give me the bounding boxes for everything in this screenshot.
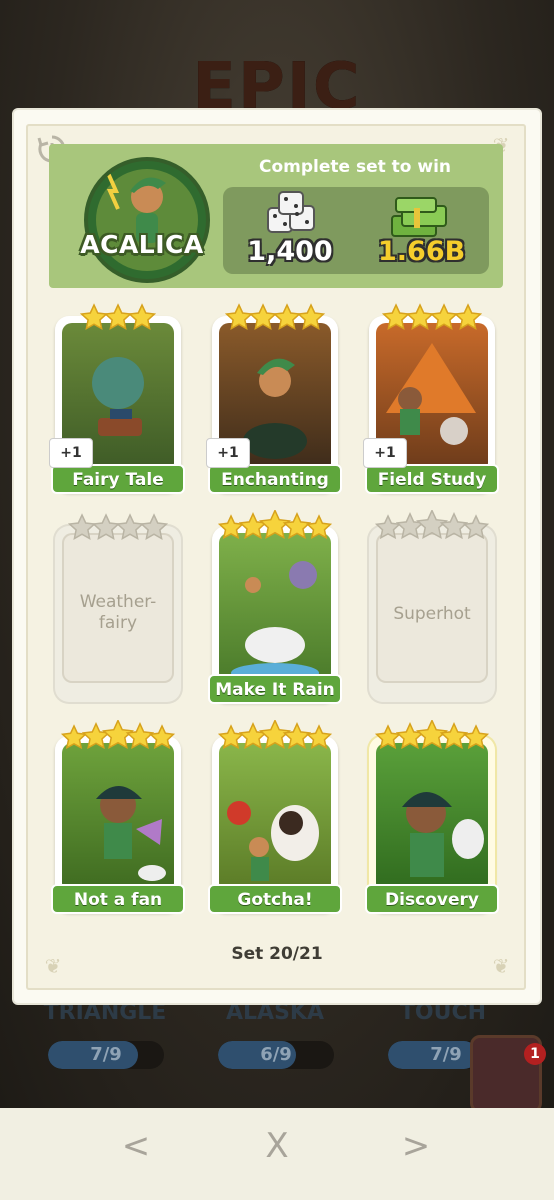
card-name: Discovery	[365, 884, 499, 914]
star-icon	[305, 724, 333, 750]
rarity-stars	[79, 303, 157, 330]
dice-reward-value: 1,400	[247, 236, 333, 267]
star-icon	[282, 721, 312, 750]
star-icon	[395, 511, 425, 540]
card-art	[219, 743, 331, 893]
star-icon	[282, 511, 312, 540]
rarity-stars	[217, 510, 333, 540]
card-art	[62, 743, 174, 893]
duplicate-count-badge: +1	[363, 438, 407, 468]
previous-button[interactable]: <	[114, 1124, 158, 1168]
star-icon	[405, 303, 435, 330]
rarity-stars	[224, 303, 326, 330]
fairy-character-icon	[106, 172, 166, 243]
bg-progress-text-1: 7/9	[90, 1044, 122, 1065]
rarity-stars	[60, 720, 176, 750]
card-field-study[interactable]: Field Study +1	[363, 303, 499, 494]
star-icon	[453, 303, 483, 330]
card-gotcha[interactable]: Gotcha!	[208, 720, 342, 914]
complete-set-label: Complete set to win	[258, 157, 452, 177]
star-icon	[217, 514, 245, 540]
bg-set-name-2: ALASKA	[226, 1000, 324, 1025]
card-name: Enchanting	[208, 464, 342, 494]
card-illustration	[96, 786, 166, 881]
missing-card-name: Weather- fairy	[79, 592, 157, 633]
star-icon	[272, 303, 302, 330]
star-icon	[125, 721, 155, 750]
star-icon	[115, 513, 145, 540]
star-icon	[248, 303, 278, 330]
star-icon	[127, 303, 157, 330]
card-name: Not a fan	[51, 884, 185, 914]
card-name: Make It Rain	[208, 674, 342, 704]
star-icon	[305, 514, 333, 540]
star-icon	[79, 303, 109, 330]
star-icon	[238, 511, 268, 540]
card-name: Fairy Tale	[51, 464, 185, 494]
star-icon	[224, 303, 254, 330]
card-name: Gotcha!	[208, 884, 342, 914]
star-icon	[91, 513, 121, 540]
star-icon	[462, 514, 490, 540]
star-icon	[60, 724, 88, 750]
card-not-a-fan[interactable]: Not a fan	[51, 720, 185, 914]
star-icon	[439, 511, 469, 540]
rarity-stars	[374, 720, 490, 750]
star-icon	[238, 721, 268, 750]
next-button[interactable]: >	[394, 1124, 438, 1168]
star-icon	[381, 303, 411, 330]
rarity-stars	[67, 513, 169, 540]
star-icon	[103, 303, 133, 330]
card-superhot[interactable]: Superhot	[369, 510, 495, 702]
star-icon	[217, 724, 245, 750]
star-icon	[462, 724, 490, 750]
card-weather-fairy[interactable]: Weather- fairy	[55, 513, 181, 702]
close-button[interactable]: X	[255, 1124, 299, 1168]
card-illustration	[402, 792, 484, 877]
card-illustration	[231, 561, 319, 683]
set-progress-label: Set 20/21	[231, 944, 323, 964]
duplicate-count-badge: +1	[49, 438, 93, 468]
card-enchanting[interactable]: Enchanting +1	[206, 303, 342, 494]
card-make-it-rain[interactable]: Make It Rain	[208, 510, 342, 704]
dice-icon	[267, 191, 315, 233]
card-fairy-tale[interactable]: Fairy Tale +1	[49, 303, 185, 494]
duplicate-count-badge: +1	[206, 438, 250, 468]
notification-badge: 1	[524, 1043, 546, 1065]
card-name: Field Study	[365, 464, 499, 494]
star-icon	[67, 513, 97, 540]
star-icon	[374, 514, 402, 540]
star-icon	[439, 721, 469, 750]
missing-card-name: Superhot	[393, 604, 471, 624]
card-art	[376, 743, 488, 893]
star-icon	[374, 724, 402, 750]
star-icon	[81, 721, 111, 750]
set-name: ACALICA	[80, 230, 204, 259]
bg-set-name-3: TOUCH	[399, 1000, 487, 1025]
star-icon	[139, 513, 169, 540]
rarity-stars	[381, 303, 483, 330]
bg-progress-text-2: 6/9	[260, 1044, 292, 1065]
card-illustration	[227, 801, 319, 881]
star-icon	[429, 303, 459, 330]
rarity-stars	[374, 510, 490, 540]
bg-set-name-1: TRIANGLE	[43, 1000, 167, 1025]
star-icon	[148, 724, 176, 750]
bg-progress-1: 7/9	[48, 1041, 164, 1069]
cash-reward-value: 1.66B	[378, 236, 466, 267]
card-discovery[interactable]: Discovery	[365, 720, 499, 914]
star-icon	[296, 303, 326, 330]
card-art	[219, 533, 331, 683]
star-icon	[395, 721, 425, 750]
set-avatar	[84, 157, 210, 283]
bg-progress-2: 6/9	[218, 1041, 334, 1069]
rarity-stars	[217, 720, 333, 750]
